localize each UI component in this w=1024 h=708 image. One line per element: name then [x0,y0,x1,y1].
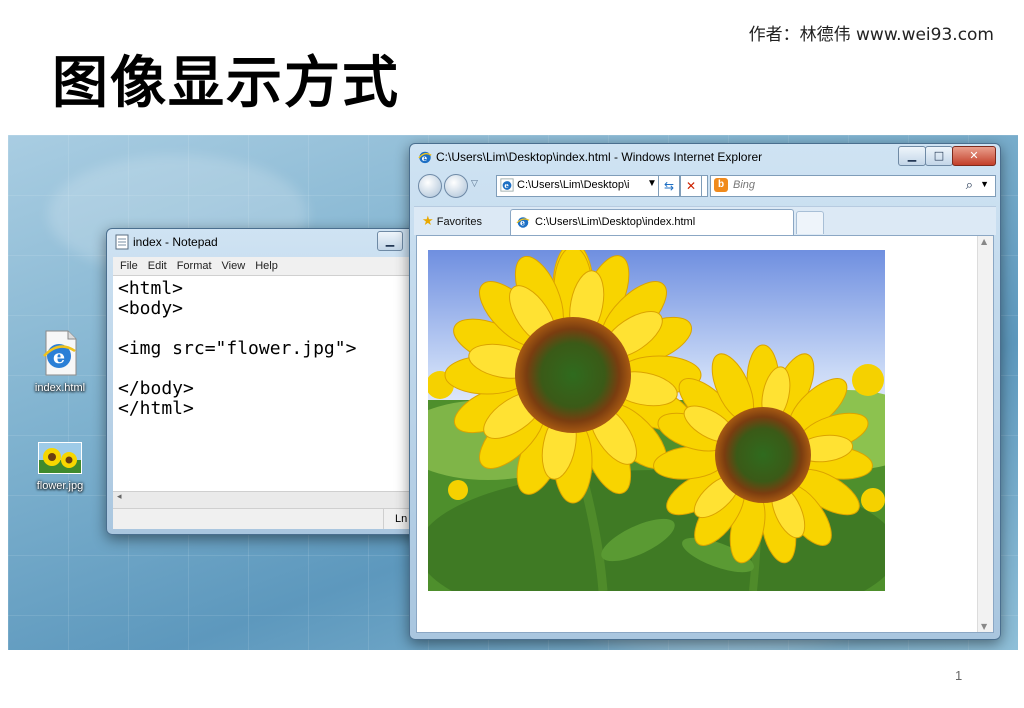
search-box[interactable]: b Bing ⌕ ▼ [710,175,996,197]
author-credit: 作者：林德伟 www.wei93.com [748,25,994,45]
notepad-icon [115,234,129,250]
desktop-icon-label: flower.jpg [36,480,84,492]
scroll-down-icon[interactable]: ▼ [981,622,987,631]
tab-label: C:\Users\Lim\Desktop\index.html [535,216,696,228]
status-line-label: Ln [395,513,408,525]
menu-view[interactable]: View [222,257,246,275]
menu-format[interactable]: Format [177,257,212,275]
desktop-icon-label: index.html [34,382,86,394]
ie-page-content: ▲ ▼ [416,235,994,633]
ie-tab-bar: ★ Favorites e C:\Users\Lim\Desktop\index… [414,206,996,236]
sunflower-photo [428,250,885,591]
desktop-screenshot: e index.html flower.jpg index - Notepad [8,135,1018,650]
search-icon[interactable]: ⌕ [966,177,973,193]
notepad-text-area[interactable]: <html> <body> <img src="flower.jpg"> </b… [113,276,427,491]
sunflower-image [428,250,885,591]
bing-icon: b [714,178,728,192]
search-placeholder: Bing [733,179,756,191]
menu-edit[interactable]: Edit [148,257,167,275]
notepad-statusbar: Ln [113,508,427,529]
page-ie-icon: e [500,178,514,192]
page-number: 1 [955,668,963,683]
ie-window[interactable]: e C:\Users\Lim\Desktop\index.html - Wind… [409,143,1001,640]
minimize-button[interactable]: ▁ [377,231,403,251]
minimize-icon: ▁ [385,234,395,247]
close-icon: ✕ [969,149,979,162]
minimize-icon: ▁ [907,149,917,162]
forward-button[interactable] [444,174,468,198]
horizontal-scrollbar[interactable]: ◂ [113,491,427,508]
new-tab-button[interactable] [796,211,824,234]
address-text: C:\Users\Lim\Desktop\i [517,179,630,191]
address-dropdown-icon[interactable]: ▼ [647,178,657,189]
favorites-label: Favorites [436,216,482,228]
notepad-titlebar[interactable]: index - Notepad ▁ [107,229,427,255]
recent-pages-chevron-icon[interactable]: ▽ [471,179,478,189]
svg-text:e: e [504,181,509,190]
search-options-dropdown-icon[interactable]: ▼ [980,179,989,189]
refresh-icon: ⇆ [663,179,675,193]
ie-navigation-bar: ▽ e C:\Users\Lim\Desktop\i ▼ ⇆ ✕ b Bing … [410,172,1000,200]
menu-file[interactable]: File [120,257,138,275]
star-icon: ★ [422,213,434,228]
desktop-icon-flower-jpg[interactable]: flower.jpg [20,441,100,492]
stop-button[interactable]: ✕ [680,175,702,197]
vertical-scrollbar[interactable]: ▲ ▼ [977,236,993,632]
minimize-button[interactable]: ▁ [898,146,926,166]
menu-help[interactable]: Help [255,257,278,275]
notepad-title: index - Notepad [133,235,218,249]
ie-titlebar[interactable]: e C:\Users\Lim\Desktop\index.html - Wind… [410,144,1000,170]
maximize-icon: □ [933,149,945,162]
refresh-button[interactable]: ⇆ [658,175,680,197]
maximize-button[interactable]: □ [925,146,953,166]
ie-title: C:\Users\Lim\Desktop\index.html - Window… [436,150,763,164]
scroll-up-icon[interactable]: ▲ [981,237,987,246]
notepad-menubar: File Edit Format View Help [113,257,427,276]
status-divider [383,509,384,529]
back-button[interactable] [418,174,442,198]
stop-icon: ✕ [685,179,697,193]
ie-html-file-icon: e [43,330,77,376]
close-button[interactable]: ✕ [952,146,996,166]
notepad-window[interactable]: index - Notepad ▁ File Edit Format View Help… [106,228,428,535]
tab-current-page[interactable]: e C:\Users\Lim\Desktop\index.html [510,209,794,236]
tab-ie-icon: e [516,217,530,228]
ie-icon: e [418,151,432,164]
scroll-left-icon[interactable]: ◂ [117,492,122,502]
slide-title: 图像显示方式 [52,51,400,116]
favorites-button[interactable]: ★ Favorites [422,213,482,229]
desktop-icon-index-html[interactable]: e index.html [20,330,100,394]
jpg-thumbnail-icon [37,441,83,475]
